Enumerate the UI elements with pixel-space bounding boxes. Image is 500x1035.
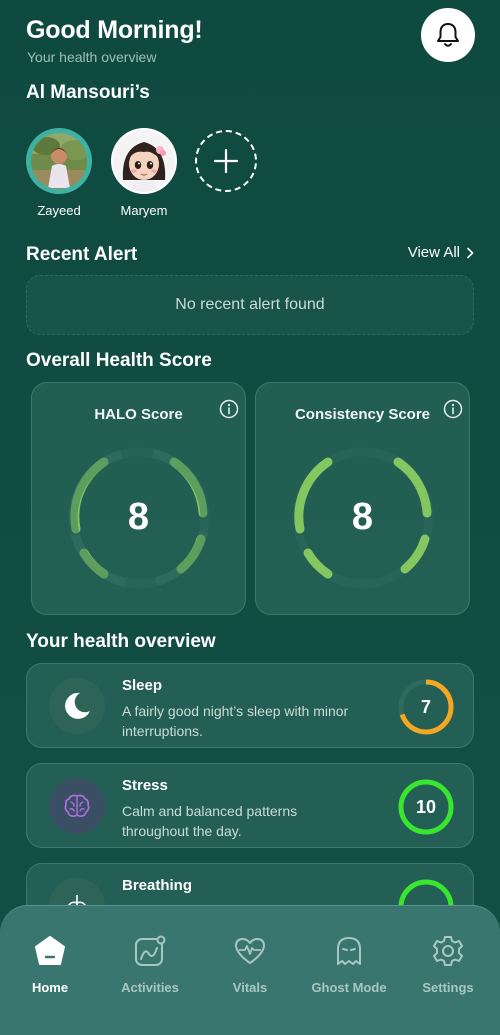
- avatar: [26, 128, 92, 194]
- recent-alert-title: Recent Alert: [26, 244, 138, 265]
- activities-icon: [133, 934, 167, 968]
- girl-cartoon-avatar-icon: [113, 130, 175, 192]
- sleep-card[interactable]: Sleep A fairly good night’s sleep with m…: [26, 663, 474, 748]
- stress-score-value: 10: [415, 796, 437, 817]
- nav-ghost-mode[interactable]: Ghost Mode: [304, 934, 394, 995]
- plus-icon: [213, 148, 239, 174]
- nav-label: Home: [31, 980, 69, 995]
- nav-settings[interactable]: Settings: [403, 934, 493, 995]
- overview-item-title: Breathing: [122, 877, 193, 894]
- member-maryem[interactable]: Maryem: [104, 128, 184, 218]
- consistency-score-card[interactable]: Consistency Score 8: [255, 382, 470, 615]
- moon-icon: [65, 692, 90, 719]
- recent-alert-empty: No recent alert found: [26, 275, 474, 335]
- overview-item-desc: Calm and balanced patterns throughout th…: [122, 803, 298, 839]
- home-screen: Good Morning! Your health overview Al Ma…: [0, 0, 500, 1035]
- sleep-score-value: 7: [420, 696, 431, 717]
- stress-icon-badge: [49, 778, 105, 834]
- home-icon: [33, 934, 67, 968]
- family-name: Al Mansouri’s: [26, 82, 150, 103]
- score-label: Consistency Score: [294, 406, 431, 423]
- gear-icon: [431, 934, 465, 968]
- sleep-icon-badge: [49, 678, 105, 734]
- score-label: HALO Score: [94, 406, 183, 423]
- avatar: [111, 128, 177, 194]
- nav-label: Activities: [121, 980, 179, 995]
- halo-score-value: 8: [127, 496, 150, 538]
- add-member-button[interactable]: [195, 130, 257, 192]
- health-score-title: Overall Health Score: [26, 350, 212, 371]
- nav-vitals[interactable]: Vitals: [205, 934, 295, 995]
- greeting-title: Good Morning!: [26, 16, 203, 44]
- bell-icon: [437, 23, 459, 47]
- nav-home[interactable]: Home: [5, 934, 95, 995]
- notifications-button[interactable]: [421, 8, 475, 62]
- consistency-score-value: 8: [351, 496, 374, 538]
- bottom-nav: Home Activities Vitals Ghost Mode Settin…: [0, 905, 500, 1035]
- child-photo-avatar-icon: [31, 133, 87, 189]
- chevron-right-icon: [467, 247, 474, 258]
- ghost-icon: [332, 934, 366, 968]
- view-all-label: View All: [407, 244, 460, 261]
- health-overview-title: Your health overview: [26, 631, 216, 652]
- greeting-subtitle: Your health overview: [27, 49, 157, 65]
- member-name: Zayeed: [37, 203, 81, 218]
- nav-label: Settings: [422, 980, 474, 995]
- overview-item-title: Sleep: [122, 677, 163, 694]
- info-icon[interactable]: [219, 399, 239, 419]
- overview-item-title: Stress: [122, 777, 168, 794]
- member-zayeed[interactable]: Zayeed: [19, 128, 99, 218]
- nav-label: Ghost Mode: [311, 980, 387, 995]
- heart-pulse-icon: [233, 934, 267, 968]
- nav-label: Vitals: [232, 980, 268, 995]
- stress-card[interactable]: Stress Calm and balanced patterns throug…: [26, 763, 474, 848]
- view-all-link[interactable]: View All: [408, 244, 474, 261]
- overview-item-desc: A fairly good night’s sleep with minor i…: [122, 703, 349, 739]
- halo-score-card[interactable]: HALO Score 8: [31, 382, 246, 615]
- brain-icon: [64, 794, 90, 817]
- info-icon[interactable]: [443, 399, 463, 419]
- empty-alert-text: No recent alert found: [175, 296, 325, 313]
- nav-activities[interactable]: Activities: [105, 934, 195, 995]
- member-name: Maryem: [120, 203, 168, 218]
